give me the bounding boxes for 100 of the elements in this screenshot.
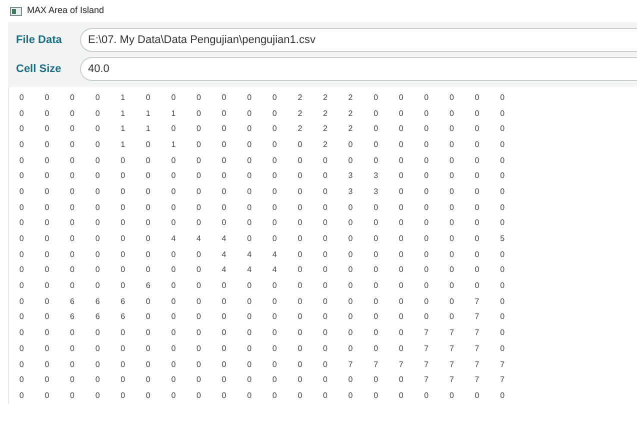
grid-cell-text: 7 bbox=[423, 360, 430, 369]
grid-cell-text: 0 bbox=[499, 250, 506, 259]
grid-cell-text: 0 bbox=[423, 298, 430, 306]
grid-cell-text: 7 bbox=[372, 360, 380, 369]
grid-cell-text: 0 bbox=[423, 266, 430, 274]
input-field[interactable]: 40.0 bbox=[80, 57, 637, 81]
grid-cell-text: 0 bbox=[246, 125, 253, 134]
grid-cell-text: 0 bbox=[220, 298, 228, 306]
grid-cell-text: 0 bbox=[220, 344, 228, 353]
grid-cell-text: 0 bbox=[296, 140, 304, 149]
input-field[interactable]: E:\07. My Data\Data Pengujian\pengujian1.csv bbox=[80, 28, 637, 52]
grid-cell-text: 0 bbox=[196, 188, 202, 196]
grid-cell-text: 4 bbox=[220, 266, 228, 274]
grid-cell-text: 0 bbox=[144, 94, 152, 102]
grid-cell-text: 0 bbox=[347, 392, 354, 400]
grid-cell-text: 0 bbox=[246, 110, 253, 118]
grid-cell-text: 7 bbox=[448, 376, 455, 384]
grid-cell-text: 0 bbox=[448, 172, 455, 180]
app-icon bbox=[10, 6, 22, 16]
grid-cell-text: 4 bbox=[246, 250, 253, 259]
grid-cell-text: 0 bbox=[448, 219, 455, 228]
grid-cell-text: 0 bbox=[246, 282, 253, 290]
grid-cell-text: 0 bbox=[144, 140, 152, 149]
grid-cell-text: 0 bbox=[144, 392, 152, 400]
grid-cell-text: 0 bbox=[170, 125, 177, 134]
grid-cell-text: 0 bbox=[120, 344, 126, 353]
grid-cell-text: 3 bbox=[372, 188, 380, 196]
grid-cell-text: 0 bbox=[347, 344, 354, 353]
grid-cell-text: 0 bbox=[144, 329, 152, 338]
grid-cell-text: 0 bbox=[398, 298, 404, 306]
grid-cell-text: 0 bbox=[271, 172, 278, 180]
grid-cell-text: 0 bbox=[170, 392, 177, 400]
grid-cell-text: 0 bbox=[120, 188, 126, 196]
grid-cell-text: 0 bbox=[372, 204, 380, 212]
grid-cell-text: 0 bbox=[170, 376, 177, 384]
grid-cell-text: 0 bbox=[69, 344, 76, 353]
grid-cell-text: 0 bbox=[398, 156, 404, 165]
grid-cell-text: 0 bbox=[347, 376, 354, 384]
grid-cell-text: 0 bbox=[322, 282, 328, 290]
grid-cell-text: 0 bbox=[322, 250, 328, 259]
grid-cell-text: 2 bbox=[296, 110, 304, 118]
grid-cell-text: 0 bbox=[296, 204, 304, 212]
grid-cell-text: 0 bbox=[18, 140, 25, 149]
grid-cell-text: 0 bbox=[220, 110, 228, 118]
grid-cell-text: 0 bbox=[271, 140, 278, 149]
grid-cell-text: 0 bbox=[271, 298, 278, 306]
grid-cell-text: 0 bbox=[44, 392, 50, 400]
grid-cell-text: 7 bbox=[499, 360, 506, 369]
grid-cell-text: 0 bbox=[196, 344, 202, 353]
grid-cell-text: 0 bbox=[144, 266, 152, 274]
grid-cell-text: 0 bbox=[69, 392, 76, 400]
grid-cell-text: 0 bbox=[246, 298, 253, 306]
grid-cell-text: 0 bbox=[372, 313, 380, 322]
grid-cell-text: 0 bbox=[474, 282, 480, 290]
grid-cell-text: 0 bbox=[94, 376, 101, 384]
grid-cell-text: 0 bbox=[398, 376, 404, 384]
grid-cell-text: 0 bbox=[18, 360, 25, 369]
grid-cell-text: 0 bbox=[220, 204, 228, 212]
grid-cell-text: 0 bbox=[18, 313, 25, 322]
grid-cell-text: 0 bbox=[120, 329, 126, 338]
grid-cell-text: 0 bbox=[398, 110, 404, 118]
grid-cell-text: 0 bbox=[220, 329, 228, 338]
grid-cell-text: 0 bbox=[296, 298, 304, 306]
grid-cell-text: 0 bbox=[44, 313, 50, 322]
grid-cell-text: 0 bbox=[347, 250, 354, 259]
grid-cell-text: 0 bbox=[94, 172, 101, 180]
grid-cell-text: 0 bbox=[69, 329, 76, 338]
grid-cell-text: 0 bbox=[120, 219, 126, 228]
grid-cell-text: 0 bbox=[94, 110, 101, 118]
grid-cell-text: 0 bbox=[499, 94, 506, 102]
grid-cell-text: 0 bbox=[448, 125, 455, 134]
grid-cell-text: 0 bbox=[474, 188, 480, 196]
grid-cell-text: 0 bbox=[120, 250, 126, 259]
grid-cell-text: 0 bbox=[271, 282, 278, 290]
grid-cell-text: 0 bbox=[196, 250, 202, 259]
grid-cell-text: 0 bbox=[398, 94, 404, 102]
grid-cell-text: 0 bbox=[423, 219, 430, 228]
grid-cell-text: 0 bbox=[296, 266, 304, 274]
grid-cell-text: 0 bbox=[271, 188, 278, 196]
grid-cell-text: 0 bbox=[398, 235, 404, 244]
grid-cell-text: 0 bbox=[120, 360, 126, 369]
grid-cell-text: 0 bbox=[144, 250, 152, 259]
grid-cell-text: 0 bbox=[69, 250, 76, 259]
grid-cell-text: 0 bbox=[322, 188, 328, 196]
grid-cell-text: 2 bbox=[296, 125, 304, 134]
grid-cell-text: 2 bbox=[347, 94, 354, 102]
grid-cell-text: 4 bbox=[271, 250, 278, 259]
grid-cell-text: 0 bbox=[474, 110, 480, 118]
grid-cell-text: 0 bbox=[18, 329, 25, 338]
grid-cell-text: 0 bbox=[44, 282, 50, 290]
grid-cell-text: 0 bbox=[347, 219, 354, 228]
grid-cell-text: 0 bbox=[94, 392, 101, 400]
grid-cell-text: 0 bbox=[322, 344, 328, 353]
grid-cell-text: 0 bbox=[322, 376, 328, 384]
grid-cell-text: 0 bbox=[69, 156, 76, 165]
grid-cell-text: 0 bbox=[271, 376, 278, 384]
grid-cell-text: 0 bbox=[196, 392, 202, 400]
grid-cell-text: 0 bbox=[18, 376, 25, 384]
grid-cell-text: 0 bbox=[423, 392, 430, 400]
grid-cell-text: 0 bbox=[322, 392, 328, 400]
